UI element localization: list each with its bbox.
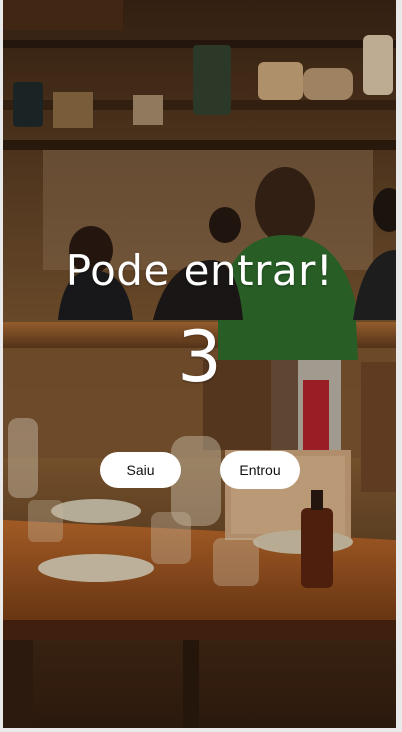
people-counter: 3	[177, 316, 222, 398]
exit-button[interactable]: Saiu	[100, 452, 181, 488]
enter-button[interactable]: Entrou	[220, 451, 300, 489]
page-title: Pode entrar!	[65, 246, 334, 295]
app-screen: Pode entrar! 3 Saiu Entrou	[0, 0, 402, 732]
